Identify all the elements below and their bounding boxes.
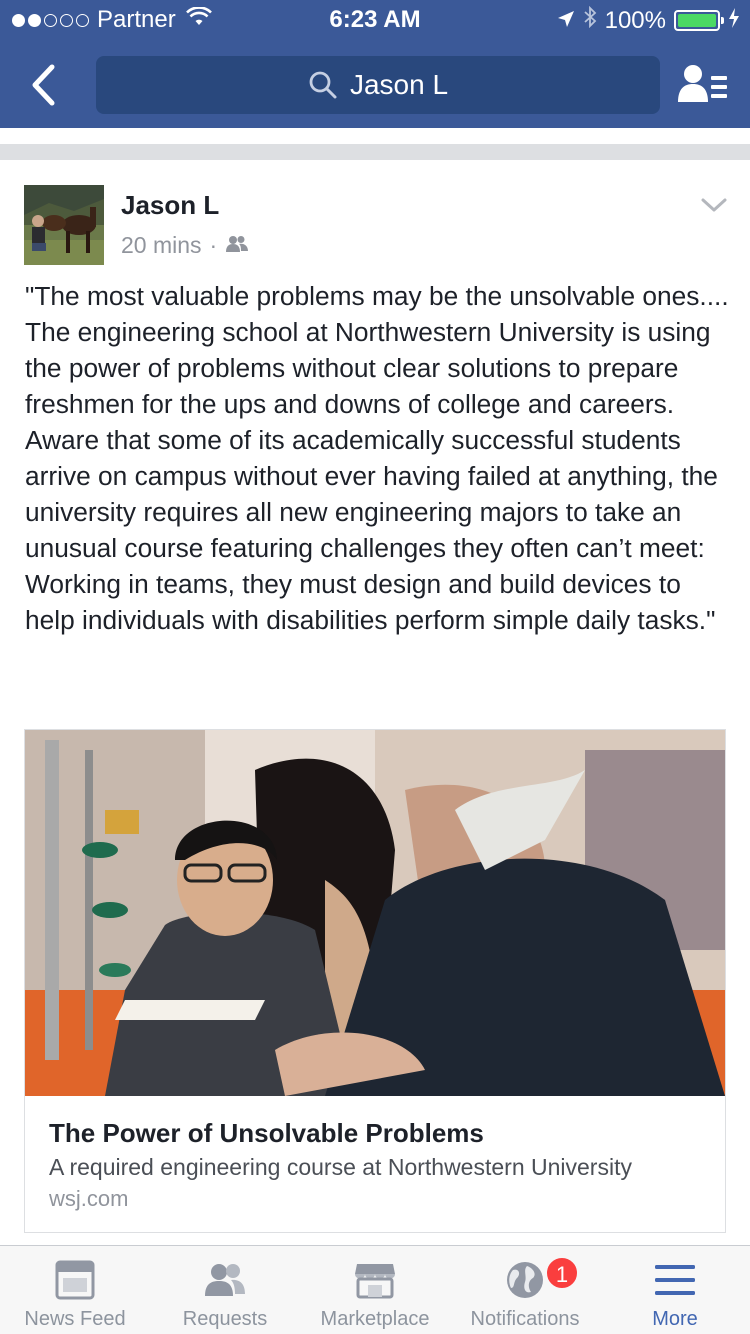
link-title[interactable]: The Power of Unsolvable Problems xyxy=(49,1118,484,1149)
search-bar[interactable]: Jason L xyxy=(96,56,660,114)
link-preview-image xyxy=(25,730,725,1096)
tab-requests[interactable]: Requests xyxy=(150,1246,300,1334)
post-card: Jason L 20 mins · "The most valuable pro… xyxy=(0,160,750,1245)
notifications-badge: 1 xyxy=(545,1256,579,1290)
post-author-name[interactable]: Jason L xyxy=(121,190,219,221)
bottom-tab-bar: News Feed Requests Marketplace Notificat… xyxy=(0,1245,750,1334)
search-query: Jason L xyxy=(349,69,449,100)
news-feed-icon xyxy=(53,1260,97,1300)
tab-label: Notifications xyxy=(470,1308,580,1330)
tab-label: More xyxy=(652,1308,698,1330)
globe-icon xyxy=(503,1260,547,1300)
link-domain: wsj.com xyxy=(49,1186,129,1211)
top-header: Partner 6:23 AM 100% Jason L xyxy=(0,0,750,128)
friends-icon xyxy=(225,232,249,259)
bluetooth-icon xyxy=(583,5,597,35)
post-time[interactable]: 20 mins xyxy=(121,232,202,259)
friend-requests-icon xyxy=(203,1260,247,1300)
profile-list-button[interactable] xyxy=(676,62,730,108)
meta-separator: · xyxy=(209,232,218,258)
search-icon xyxy=(308,70,338,100)
back-button[interactable] xyxy=(26,62,66,108)
tab-news-feed[interactable]: News Feed xyxy=(0,1246,150,1334)
link-preview-card[interactable]: The Power of Unsolvable Problems A requi… xyxy=(24,729,726,1233)
post-meta: 20 mins · xyxy=(121,232,249,259)
tab-notifications[interactable]: Notifications xyxy=(450,1246,600,1334)
tab-marketplace[interactable]: Marketplace xyxy=(300,1246,450,1334)
status-bar: Partner 6:23 AM 100% xyxy=(0,0,750,40)
tab-label: Marketplace xyxy=(320,1308,430,1330)
tab-more[interactable]: More xyxy=(600,1246,750,1334)
nav-bar: Jason L xyxy=(0,40,750,128)
link-description: A required engineering course at Northwe… xyxy=(49,1154,632,1180)
status-right: 100% xyxy=(557,5,740,35)
marketplace-icon xyxy=(353,1260,397,1300)
profile-list-icon xyxy=(678,65,727,102)
battery-percent: 100% xyxy=(604,6,666,34)
menu-icon xyxy=(653,1260,697,1300)
feed-divider xyxy=(0,144,750,160)
post-options-chevron-icon[interactable] xyxy=(700,196,728,214)
charging-icon xyxy=(728,7,740,35)
back-chevron-icon xyxy=(32,64,55,106)
author-avatar[interactable] xyxy=(24,185,104,265)
post-text: "The most valuable problems may be the u… xyxy=(25,281,729,635)
tab-label: Requests xyxy=(182,1308,268,1330)
tab-label: News Feed xyxy=(24,1308,126,1330)
location-arrow-icon xyxy=(557,7,575,35)
battery-icon xyxy=(674,10,724,31)
